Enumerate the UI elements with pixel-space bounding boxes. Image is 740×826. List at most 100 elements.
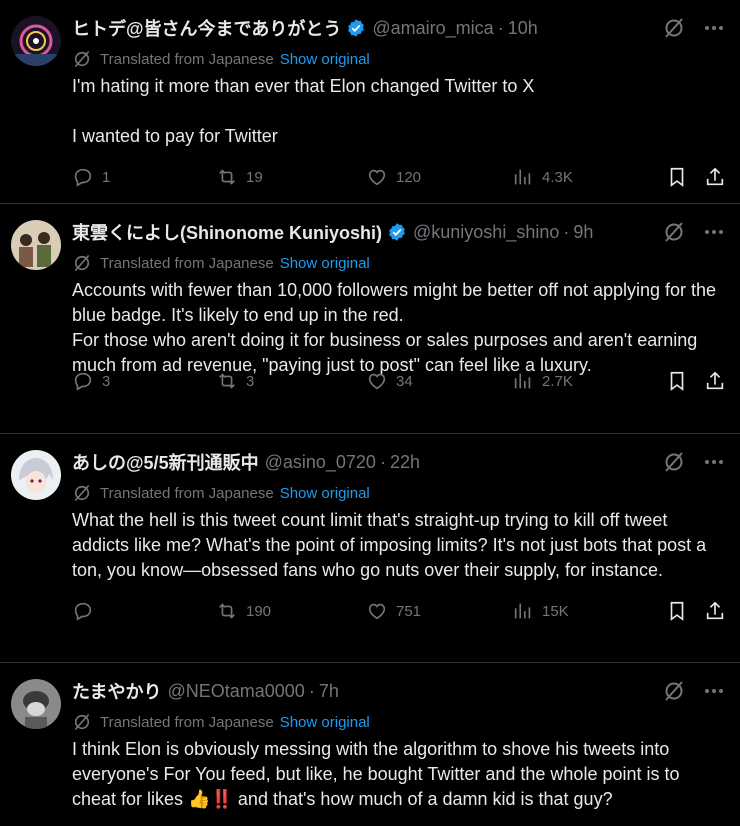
avatar[interactable] bbox=[11, 220, 61, 270]
views-chart-icon bbox=[514, 373, 531, 389]
translated-label: Translated from Japanese bbox=[100, 254, 274, 272]
share-button[interactable] bbox=[704, 166, 726, 188]
retweet-button[interactable]: 3 bbox=[216, 370, 254, 392]
timestamp[interactable]: 9h bbox=[573, 222, 593, 243]
views-button[interactable]: 2.7K bbox=[512, 370, 573, 392]
tweet-text-part: and that's how much of a damn kid is tha… bbox=[237, 789, 613, 809]
avatar[interactable] bbox=[11, 16, 61, 66]
tweet-top-actions bbox=[662, 16, 726, 40]
tweet-paragraph: Accounts with fewer than 10,000 follower… bbox=[72, 280, 717, 325]
timestamp[interactable]: 10h bbox=[508, 18, 538, 39]
more-options-icon[interactable] bbox=[702, 450, 726, 474]
retweet-button[interactable]: 190 bbox=[216, 600, 271, 622]
tweet-header: ヒトデ@皆さん今までありがとう @amairo_mica · 10h bbox=[72, 16, 538, 40]
user-handle[interactable]: @NEOtama0000 bbox=[167, 681, 304, 702]
translate-icon bbox=[74, 713, 90, 731]
retweet-icon bbox=[219, 373, 235, 389]
timestamp[interactable]: 22h bbox=[390, 452, 420, 473]
display-name[interactable]: ヒトデ@皆さん今までありがとう bbox=[72, 15, 341, 41]
translate-icon bbox=[74, 50, 90, 68]
heart-icon bbox=[368, 169, 386, 186]
separator-dot: · bbox=[563, 221, 570, 242]
tweet-text: I think Elon is obviously messing with t… bbox=[72, 737, 728, 812]
verified-badge-icon bbox=[348, 19, 365, 37]
translated-label: Translated from Japanese bbox=[100, 713, 274, 731]
grok-icon[interactable] bbox=[662, 679, 686, 703]
share-button[interactable] bbox=[704, 600, 726, 622]
retweet-icon bbox=[219, 603, 235, 619]
tweet-paragraph: I wanted to pay for Twitter bbox=[72, 126, 278, 146]
translation-notice: Translated from Japanese Show original bbox=[72, 482, 370, 504]
like-count: 751 bbox=[396, 602, 422, 620]
separator-dot: · bbox=[379, 451, 386, 472]
display-name[interactable]: 東雲くによし(Shinonome Kuniyoshi) bbox=[72, 219, 382, 245]
views-chart-icon bbox=[514, 169, 531, 185]
avatar[interactable] bbox=[11, 450, 61, 500]
like-count: 120 bbox=[396, 168, 422, 186]
separator-dot: · bbox=[308, 680, 315, 701]
share-icon bbox=[706, 167, 724, 186]
timestamp[interactable]: 7h bbox=[319, 681, 339, 702]
retweet-count: 3 bbox=[246, 372, 255, 390]
share-button[interactable] bbox=[704, 370, 726, 392]
heart-icon bbox=[368, 373, 386, 390]
views-chart-icon bbox=[514, 603, 531, 619]
user-handle[interactable]: @asino_0720 bbox=[265, 452, 376, 473]
tweet-text: Accounts with fewer than 10,000 follower… bbox=[72, 278, 728, 378]
more-options-icon[interactable] bbox=[702, 679, 726, 703]
grok-icon[interactable] bbox=[662, 16, 686, 40]
display-name[interactable]: あしの@5/5新刊通販中 bbox=[72, 449, 259, 475]
verified-badge-icon bbox=[389, 223, 405, 241]
tweet-paragraph: What the hell is this tweet count limit … bbox=[72, 510, 707, 580]
retweet-button[interactable]: 19 bbox=[216, 166, 263, 188]
avatar[interactable] bbox=[11, 679, 61, 729]
tweet[interactable]: たまやかり @NEOtama0000 · 7h Translated from … bbox=[0, 663, 740, 826]
translate-icon bbox=[74, 254, 90, 272]
retweet-icon bbox=[219, 169, 235, 185]
thumbs-up-exclamation-emoji: 👍‼️ bbox=[188, 789, 233, 809]
bookmark-icon bbox=[670, 167, 684, 187]
tweet[interactable]: ヒトデ@皆さん今までありがとう @amairo_mica · 10h Trans… bbox=[0, 0, 740, 204]
grok-icon[interactable] bbox=[662, 450, 686, 474]
show-original-link[interactable]: Show original bbox=[280, 255, 370, 272]
like-button[interactable]: 120 bbox=[366, 166, 421, 188]
tweet-actions: 3 3 34 2.7K bbox=[72, 369, 726, 393]
tweet-actions: 190 751 15K bbox=[72, 599, 726, 623]
show-original-link[interactable]: Show original bbox=[280, 485, 370, 502]
translated-label: Translated from Japanese bbox=[100, 50, 274, 68]
more-options-icon[interactable] bbox=[702, 16, 726, 40]
reply-button[interactable]: 1 bbox=[72, 166, 110, 188]
bookmark-icon bbox=[670, 601, 684, 621]
tweet-text: I'm hating it more than ever that Elon c… bbox=[72, 74, 728, 149]
like-button[interactable]: 751 bbox=[366, 600, 421, 622]
tweet-top-actions bbox=[662, 679, 726, 703]
translation-notice: Translated from Japanese Show original bbox=[72, 711, 370, 733]
user-handle[interactable]: @kuniyoshi_shino bbox=[413, 222, 559, 243]
reply-icon bbox=[74, 602, 92, 621]
like-button[interactable]: 34 bbox=[366, 370, 413, 392]
views-button[interactable]: 4.3K bbox=[512, 166, 573, 188]
view-count: 2.7K bbox=[542, 372, 573, 390]
tweet[interactable]: 東雲くによし(Shinonome Kuniyoshi) @kuniyoshi_s… bbox=[0, 204, 740, 434]
share-icon bbox=[706, 371, 724, 390]
translate-icon bbox=[74, 484, 90, 502]
timeline-feed: ヒトデ@皆さん今までありがとう @amairo_mica · 10h Trans… bbox=[0, 0, 740, 826]
show-original-link[interactable]: Show original bbox=[280, 714, 370, 731]
reply-button[interactable]: 3 bbox=[72, 370, 110, 392]
user-handle[interactable]: @amairo_mica bbox=[372, 18, 493, 39]
views-button[interactable]: 15K bbox=[512, 600, 569, 622]
reply-button[interactable] bbox=[72, 600, 102, 622]
bookmark-button[interactable] bbox=[666, 166, 688, 188]
tweet[interactable]: あしの@5/5新刊通販中 @asino_0720 · 22h Translate… bbox=[0, 434, 740, 663]
bookmark-button[interactable] bbox=[666, 600, 688, 622]
show-original-link[interactable]: Show original bbox=[280, 51, 370, 68]
bookmark-button[interactable] bbox=[666, 370, 688, 392]
heart-icon bbox=[368, 603, 386, 620]
display-name[interactable]: たまやかり bbox=[72, 678, 161, 704]
grok-icon[interactable] bbox=[662, 220, 686, 244]
reply-icon bbox=[74, 168, 92, 187]
more-options-icon[interactable] bbox=[702, 220, 726, 244]
bookmark-icon bbox=[670, 371, 684, 391]
tweet-header: あしの@5/5新刊通販中 @asino_0720 · 22h bbox=[72, 450, 420, 474]
